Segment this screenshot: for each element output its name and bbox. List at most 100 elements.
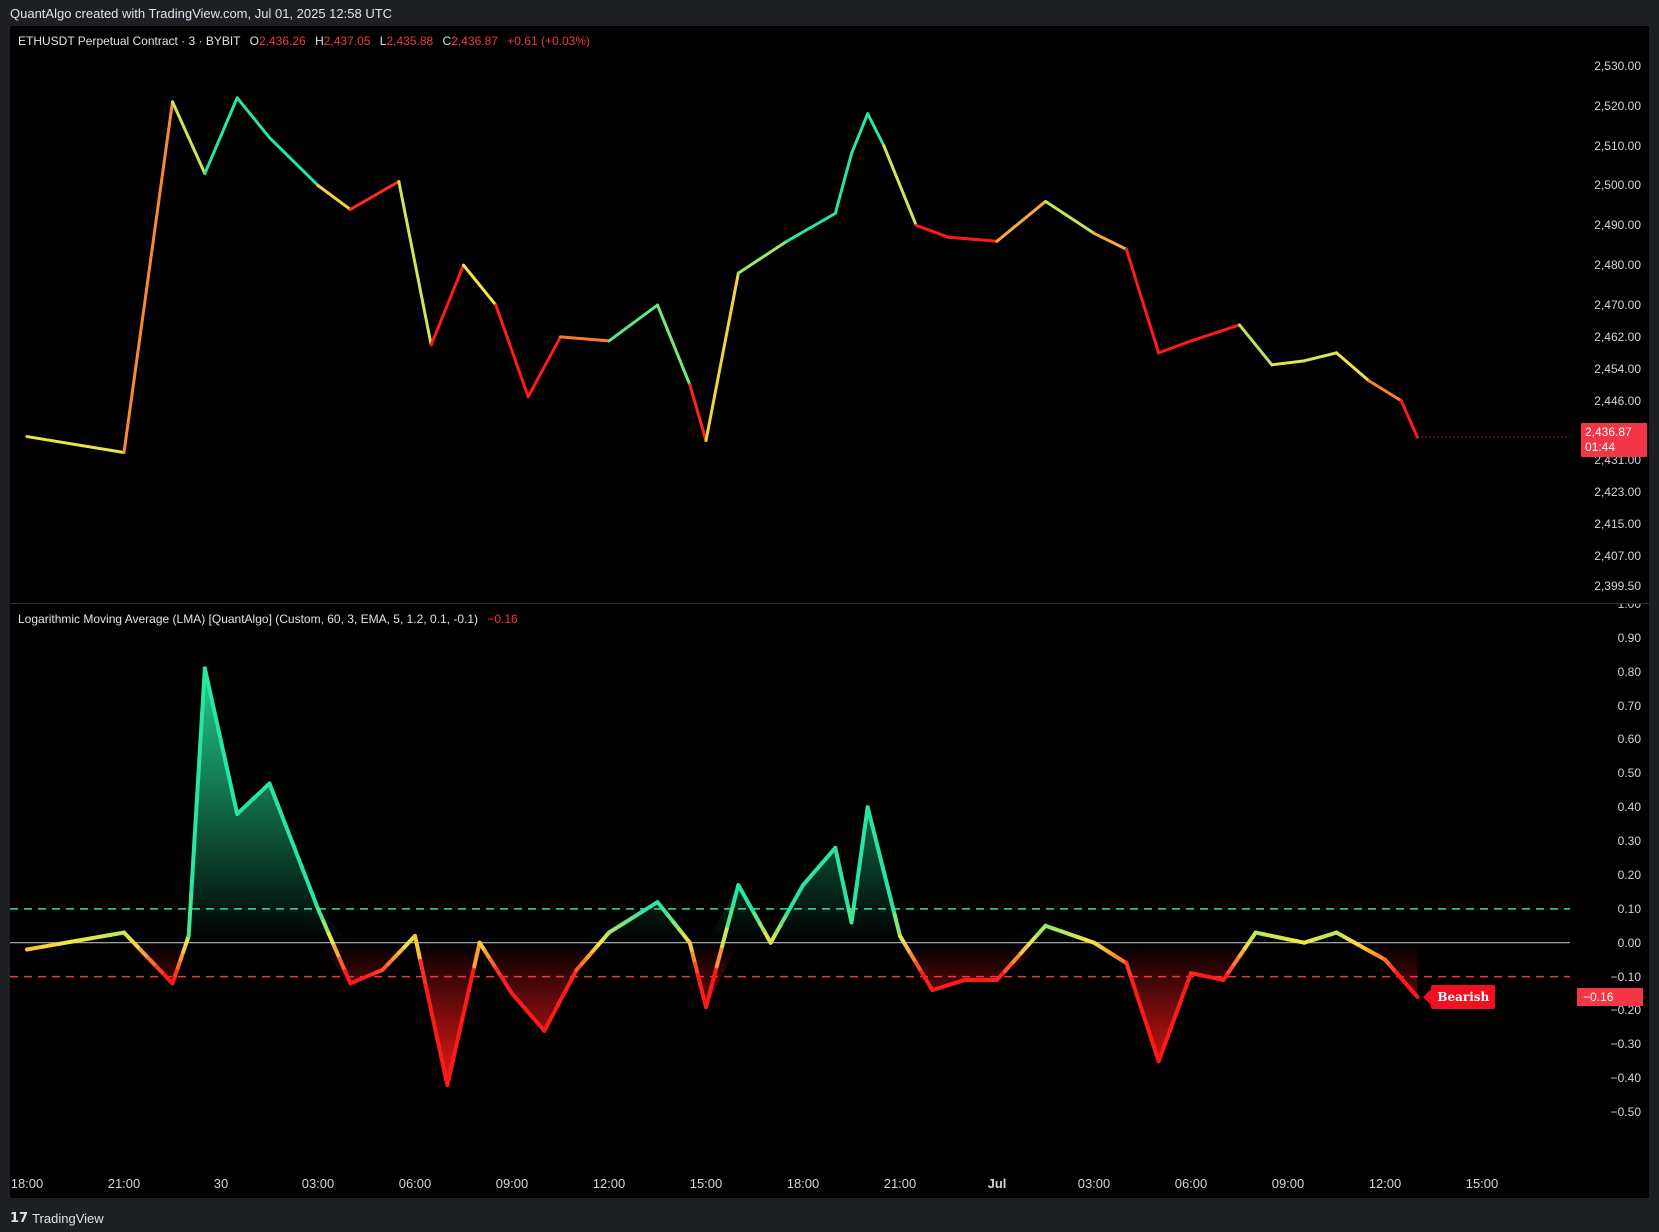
price-tick-label: 2,407.00 (1594, 549, 1641, 564)
lma-line-segment (89, 933, 110, 941)
last-osc-tag: −0.16 (1577, 987, 1643, 1006)
time-tick-label: 06:00 (1174, 1176, 1208, 1191)
last-price-tag: 2,436.87 01:44 (1581, 423, 1647, 458)
time-tick-label: 18:00 (786, 1176, 820, 1191)
price-tick-label: 2,446.00 (1594, 393, 1641, 408)
indicator-value: −0.16 (487, 612, 518, 626)
price-segment (656, 303, 692, 387)
price-segment (1399, 399, 1419, 439)
low-value: 2,435.88 (386, 34, 434, 48)
price-segment (1189, 323, 1241, 343)
bear-area-fill (27, 942, 1418, 1085)
footer: 𝟭𝟳 TradingView (10, 1210, 104, 1226)
price-segment (1044, 199, 1096, 235)
time-tick-label: 21:00 (107, 1176, 141, 1191)
osc-legend: Logarithmic Moving Average (LMA) [QuantA… (18, 612, 518, 626)
time-tick-label: 06:00 (398, 1176, 432, 1191)
osc-tick-label: −0.10 (1610, 969, 1641, 984)
time-tick-label: 18:00 (10, 1176, 44, 1191)
osc-tick-label: −0.50 (1610, 1105, 1641, 1120)
lma-line-segment (105, 930, 126, 938)
open-value: 2,436.26 (259, 34, 306, 48)
price-segment (607, 303, 659, 343)
osc-tick-label: 0.00 (1617, 935, 1641, 950)
symbol-title: ETHUSDT Perpetual Contract · 3 · BYBIT (18, 34, 241, 48)
time-tick-label: 09:00 (495, 1176, 529, 1191)
price-segment (866, 112, 886, 148)
price-chart[interactable] (10, 26, 1649, 603)
price-tick-label: 2,423.00 (1594, 485, 1641, 500)
price-tick-label: 2,462.00 (1594, 329, 1641, 344)
price-legend: ETHUSDT Perpetual Contract · 3 · BYBIT O… (18, 34, 590, 48)
time-tick-label: 30 (213, 1176, 229, 1191)
time-tick-label: 12:00 (1368, 1176, 1402, 1191)
lma-line-segment (849, 901, 857, 925)
osc-tick-label: 0.20 (1617, 867, 1641, 882)
open-key: O (249, 34, 259, 48)
attribution-text: QuantAlgo created with TradingView.com, … (10, 6, 393, 21)
time-tick-label: 03:00 (1077, 1176, 1111, 1191)
lma-line-segment (854, 862, 862, 886)
price-segment (1302, 351, 1338, 363)
price-segment (914, 223, 950, 239)
osc-tick-label: 0.70 (1617, 698, 1641, 713)
time-tick-label: 21:00 (883, 1176, 917, 1191)
price-segment (785, 211, 837, 243)
osc-y-axis[interactable]: 1.00 0.90 0.80 0.70 0.60 0.50 0.40 0.30 0.20 0.10… (1577, 604, 1649, 1168)
osc-tick-label: −0.30 (1610, 1037, 1641, 1052)
price-y-axis[interactable]: 2,530.00 2,520.00 2,510.00 2,500.00 2,490.00… (1577, 26, 1649, 603)
lma-line-segment (857, 843, 865, 867)
close-key: C (442, 34, 452, 48)
price-segment (397, 179, 433, 347)
osc-tick-label: 0.50 (1617, 766, 1641, 781)
price-segment (1335, 351, 1371, 383)
lma-line-segment (41, 941, 62, 949)
osc-tick-label: 0.80 (1617, 664, 1641, 679)
lma-line-segment (852, 882, 859, 906)
osc-tick-label: 0.10 (1617, 901, 1641, 916)
price-segment (995, 199, 1047, 243)
lma-line-segment (197, 710, 205, 760)
price-tick-label: 2,490.00 (1594, 218, 1641, 233)
oscillator-pane[interactable]: Logarithmic Moving Average (LMA) [QuantA… (10, 604, 1649, 1168)
time-tick-label: 03:00 (301, 1176, 335, 1191)
price-segment (1270, 359, 1306, 367)
osc-tick-label: 1.00 (1617, 604, 1641, 611)
price-segment (704, 271, 740, 443)
price-tick-label: 2,415.00 (1594, 517, 1641, 532)
price-segment (526, 335, 562, 399)
price-tick-label: 2,454.00 (1594, 361, 1641, 376)
lma-line-segment (860, 824, 867, 848)
lma-line-segment (192, 800, 199, 849)
change-value: +0.61 (+0.03%) (507, 34, 591, 48)
price-segment (850, 112, 870, 156)
price-segment (235, 96, 271, 140)
price-tick-label: 2,399.50 (1594, 579, 1641, 593)
price-segment (947, 235, 999, 243)
lma-chart[interactable] (10, 604, 1649, 1168)
price-segment (1157, 339, 1193, 355)
price-tick-label: 2,510.00 (1594, 138, 1641, 153)
high-key: H (315, 34, 324, 48)
time-tick-label: 09:00 (1271, 1176, 1305, 1191)
price-tick-label: 2,480.00 (1594, 258, 1641, 273)
high-value: 2,437.05 (323, 34, 371, 48)
price-tick-label: 2,470.00 (1594, 298, 1641, 313)
brand-name: TradingView (32, 1210, 104, 1226)
time-axis[interactable]: 18:00 21:00 30 03:00 06:00 09:00 12:00 15:00 18:… (10, 1168, 1649, 1198)
price-segment (1367, 379, 1403, 403)
tradingview-logo-icon: 𝟭𝟳 (10, 1210, 29, 1225)
lma-line-segment (186, 889, 194, 938)
price-pane[interactable]: ETHUSDT Perpetual Contract · 3 · BYBIT O… (10, 26, 1649, 603)
price-segment (429, 263, 465, 347)
bearish-signal-label: Bearish (1423, 984, 1496, 1009)
price-segment (559, 335, 611, 343)
lma-line-segment (57, 939, 78, 946)
chart-frame[interactable]: ETHUSDT Perpetual Contract · 3 · BYBIT O… (10, 26, 1649, 1198)
price-segment (268, 136, 320, 187)
price-segment (736, 239, 789, 275)
price-segment (833, 152, 853, 215)
price-segment (122, 100, 174, 454)
price-segment (494, 303, 530, 399)
osc-tick-label: 0.40 (1617, 800, 1641, 815)
